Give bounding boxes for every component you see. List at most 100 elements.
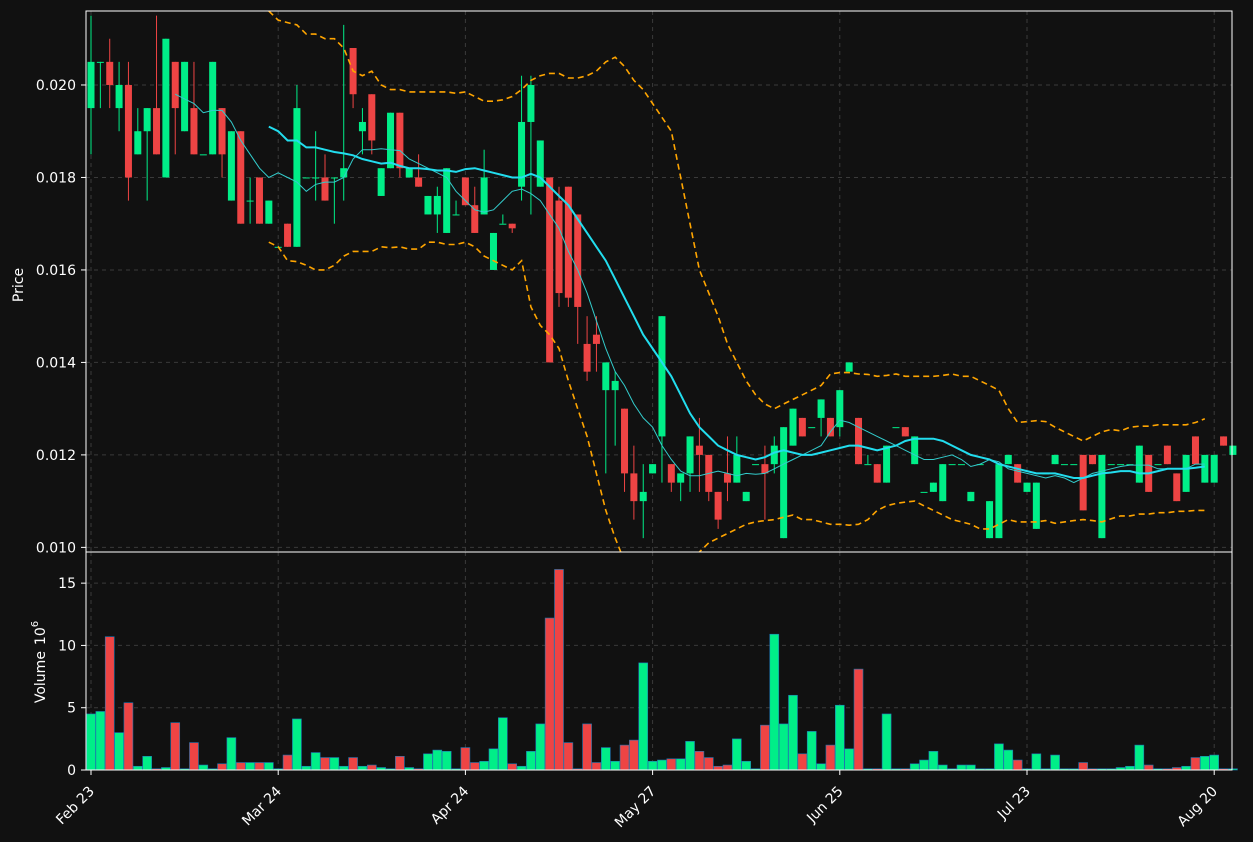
candle-body xyxy=(1089,454,1097,465)
candle-body xyxy=(134,131,142,155)
volume-bar xyxy=(825,744,836,771)
candle-body xyxy=(377,168,385,196)
volume-bar xyxy=(488,748,499,771)
candle-body xyxy=(1201,454,1209,483)
volume-bar xyxy=(657,759,667,771)
candle-body xyxy=(480,177,488,215)
candle-body xyxy=(714,491,722,520)
candle-body xyxy=(957,464,965,466)
candle-body xyxy=(583,343,591,372)
candle-body xyxy=(1191,436,1199,465)
volume-bar xyxy=(329,757,340,771)
volume-bar xyxy=(1078,762,1088,771)
volume-bar xyxy=(133,765,143,771)
candle-body xyxy=(433,195,441,215)
candle-body xyxy=(929,482,937,492)
volume-bar xyxy=(189,742,199,771)
candle-body xyxy=(873,464,881,483)
volume-bar xyxy=(685,741,695,771)
candle-body xyxy=(1135,445,1143,483)
candle-body xyxy=(199,154,207,156)
candle-body xyxy=(387,112,395,169)
candle-body xyxy=(808,427,816,429)
price-tick-label: 0.010 xyxy=(36,540,76,556)
candle-body xyxy=(995,464,1003,539)
volume-axis-label-text: Volume xyxy=(33,651,49,703)
volume-bar xyxy=(516,765,527,771)
volume-bar xyxy=(582,723,592,771)
volume-bar xyxy=(844,748,854,771)
volume-tick-label: 10 xyxy=(58,638,76,654)
volume-bar xyxy=(1012,759,1023,771)
volume-bar xyxy=(1134,744,1145,771)
volume-bar xyxy=(95,711,106,771)
candle-body xyxy=(911,436,919,465)
volume-bar xyxy=(722,764,733,771)
candle-body xyxy=(321,177,329,201)
volume-bar xyxy=(395,755,405,771)
volume-bar xyxy=(937,764,948,771)
volume-bar xyxy=(797,753,808,771)
candle-body xyxy=(574,214,582,307)
volume-bar xyxy=(1209,754,1219,771)
volume-bar xyxy=(142,755,152,771)
volume-bar xyxy=(956,764,967,771)
candle-body xyxy=(284,223,292,247)
candle-body xyxy=(1004,454,1012,465)
volume-bar xyxy=(423,753,433,771)
volume-bar xyxy=(320,757,330,771)
candle-body xyxy=(939,464,947,502)
candle-body xyxy=(153,108,161,155)
candle-body xyxy=(686,436,694,474)
candle-body xyxy=(452,214,460,216)
candle-body xyxy=(1210,454,1218,483)
volume-bar xyxy=(591,762,602,771)
volume-bar xyxy=(881,713,892,771)
candle-body xyxy=(218,108,226,155)
candle-body xyxy=(1060,464,1068,466)
candle-body xyxy=(733,454,741,483)
price-axis-label: Price xyxy=(11,268,27,302)
volume-bar xyxy=(610,760,620,771)
candle-body xyxy=(87,61,95,109)
candle-body xyxy=(1014,464,1022,483)
volume-bar xyxy=(853,668,864,771)
volume-bar xyxy=(338,765,349,771)
candle-body xyxy=(658,316,666,437)
volume-bar xyxy=(563,742,574,771)
price-tick-label: 0.016 xyxy=(36,263,76,279)
volume-bar xyxy=(1143,764,1154,771)
volume-bar xyxy=(460,747,471,771)
volume-axis-label: Volume 106 xyxy=(30,621,49,703)
candle-body xyxy=(237,131,245,224)
volume-bar xyxy=(254,762,265,771)
candle-body xyxy=(405,168,413,178)
volume-bar xyxy=(928,751,939,771)
candle-body xyxy=(1182,454,1190,492)
candle-body xyxy=(780,427,788,539)
volume-bar xyxy=(806,731,817,771)
candle-body xyxy=(312,177,320,179)
volume-bar xyxy=(170,722,181,771)
candle-body xyxy=(817,399,825,418)
volume-bar xyxy=(919,759,929,771)
candle-body xyxy=(1098,454,1106,539)
candle-body xyxy=(967,491,975,502)
candle-body xyxy=(1023,482,1031,492)
volume-bar xyxy=(713,765,723,771)
candle-body xyxy=(330,177,338,179)
volume-bar xyxy=(198,764,209,771)
candle-body xyxy=(723,473,731,483)
candle-body xyxy=(171,61,179,109)
volume-bar xyxy=(498,717,508,771)
volume-bar xyxy=(600,747,611,771)
volume-bar xyxy=(1031,753,1042,771)
candle-body xyxy=(143,108,151,132)
candle-body xyxy=(752,464,760,466)
volume-bar xyxy=(469,762,480,771)
price-tick-label: 0.018 xyxy=(36,170,76,186)
candle-body xyxy=(864,464,872,466)
volume-bar xyxy=(629,739,639,771)
candle-body xyxy=(106,61,114,85)
volume-bar xyxy=(217,763,227,771)
